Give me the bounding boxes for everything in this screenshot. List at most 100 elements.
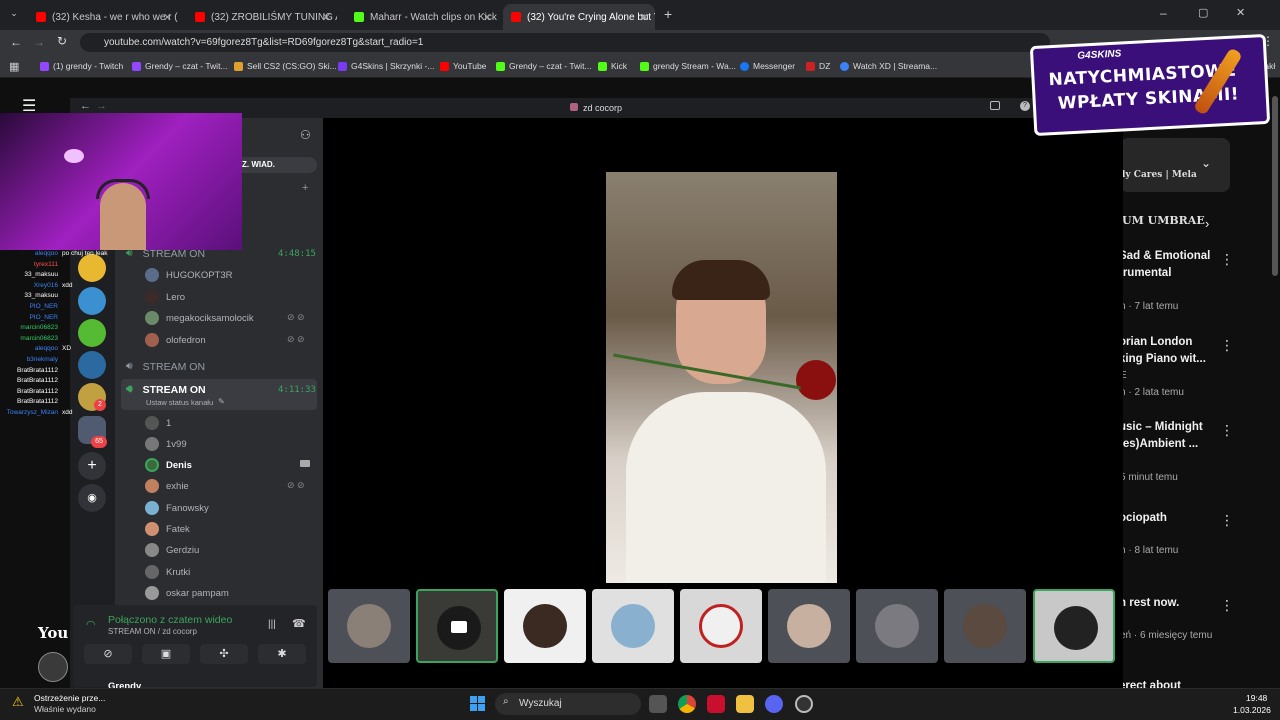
voice-member[interactable]: oskar pampam	[145, 586, 229, 600]
notification-title[interactable]: Ostrzeżenie prze...	[34, 693, 105, 703]
discord-icon[interactable]	[765, 695, 783, 713]
discover-icon[interactable]: ◉	[78, 484, 106, 512]
soundboard-button[interactable]: ✱	[258, 644, 306, 664]
inbox-icon[interactable]	[990, 101, 1000, 110]
more-options-icon[interactable]: ⋮	[1220, 422, 1234, 439]
voice-member[interactable]: Lero	[145, 290, 185, 304]
server-icon[interactable]	[78, 319, 106, 347]
related-title[interactable]: orian London	[1119, 336, 1224, 348]
bookmark-item[interactable]: Grendy – czat - Twit...	[132, 61, 228, 71]
related-title[interactable]: erect about	[1119, 680, 1224, 688]
close-icon[interactable]: ✕	[322, 11, 331, 24]
server-icon[interactable]	[78, 351, 106, 379]
browser-tab[interactable]: Maharr - Watch clips on Kick ✕	[346, 4, 498, 30]
more-options-icon[interactable]: ⋮	[1220, 512, 1234, 529]
news-pill[interactable]: Z. WIAD.	[236, 157, 317, 173]
bookmark-item[interactable]: Watch XD | Streama...	[840, 61, 937, 71]
chevron-down-icon[interactable]: ⌄	[1201, 156, 1211, 170]
tab-list-button[interactable]: ⌄	[6, 8, 22, 22]
add-channel-icon[interactable]: +	[302, 182, 308, 194]
user-name[interactable]: Grendy	[108, 681, 141, 688]
forward-button[interactable]: →	[33, 35, 45, 49]
file-explorer-icon[interactable]	[736, 695, 754, 713]
browser-tab[interactable]: (32) ZROBILIŚMY TUNING AUTA✕	[187, 4, 337, 30]
bookmark-item[interactable]: Messenger	[740, 61, 795, 71]
participant-tile[interactable]	[416, 589, 498, 663]
close-icon[interactable]: ✕	[483, 11, 492, 24]
channel-status[interactable]: Ustaw status kanału	[146, 398, 213, 407]
new-tab-button[interactable]: +	[664, 6, 672, 22]
voice-member[interactable]: 1	[145, 416, 171, 430]
chrome-icon[interactable]	[678, 695, 696, 713]
voice-member[interactable]: Fanowsky	[145, 501, 209, 515]
more-options-icon[interactable]: ⋮	[1220, 597, 1234, 614]
related-title[interactable]: usic – Midnight	[1119, 421, 1224, 433]
participant-tile[interactable]	[856, 589, 938, 663]
voice-member[interactable]: Gerdziu	[145, 543, 199, 557]
chevron-right-icon[interactable]: ›	[1205, 216, 1209, 231]
related-title[interactable]: trumental	[1119, 267, 1224, 279]
bookmark-item[interactable]: G4Skins | Skrzynki -...	[338, 61, 434, 71]
bookmark-item[interactable]: YouTube	[440, 61, 486, 71]
bookmark-item[interactable]: Grendy – czat - Twit...	[496, 61, 592, 71]
reload-button[interactable]: ↻	[57, 34, 67, 48]
disconnect-icon[interactable]: ☎	[292, 617, 306, 630]
server-icon[interactable]	[78, 287, 106, 315]
server-icon[interactable]	[78, 254, 106, 282]
voice-member[interactable]: 1v99	[145, 437, 187, 451]
participant-tile[interactable]	[328, 589, 410, 663]
task-view-icon[interactable]	[649, 695, 667, 713]
voice-channel[interactable]: 🔊︎ STREAM ON	[122, 360, 205, 373]
windows-start-icon[interactable]	[470, 696, 485, 711]
more-options-icon[interactable]: ⋮	[1220, 251, 1234, 268]
voice-member[interactable]: Denis	[145, 458, 192, 472]
scrollbar[interactable]	[1272, 96, 1278, 276]
related-title[interactable]: ociopath	[1119, 512, 1224, 524]
voice-member[interactable]: exhie	[145, 479, 189, 493]
bookmark-item[interactable]: DZ	[806, 61, 830, 71]
channel-avatar[interactable]	[38, 652, 68, 682]
bookmark-item[interactable]: Kick	[598, 61, 627, 71]
adobe-icon[interactable]	[707, 695, 725, 713]
participant-tile[interactable]	[1033, 589, 1115, 663]
close-window-button[interactable]: ✕	[1236, 6, 1245, 19]
obs-icon[interactable]	[795, 695, 813, 713]
add-friend-icon[interactable]: ⚇	[300, 128, 311, 142]
related-title[interactable]: king Piano wit...	[1119, 353, 1224, 365]
bookmark-item[interactable]: Sell CS2 (CS:GO) Ski...	[234, 61, 337, 71]
add-server-icon[interactable]: +	[78, 452, 106, 480]
back-button[interactable]: ←	[10, 35, 22, 49]
clock-date[interactable]: 1.03.2026	[1233, 705, 1271, 715]
related-title[interactable]: Sad & Emotional	[1119, 250, 1224, 262]
voice-member[interactable]: Krutki	[145, 565, 190, 579]
pencil-icon[interactable]: ✎	[218, 397, 225, 406]
warning-icon[interactable]: ⚠	[12, 694, 24, 710]
playlist-header[interactable]	[1120, 138, 1230, 192]
help-icon[interactable]: ?	[1020, 101, 1030, 111]
voice-member[interactable]: olofedron	[145, 333, 206, 347]
taskbar-search-input[interactable]: Wyszukaj	[495, 693, 641, 715]
bookmark-item[interactable]: (1) grendy - Twitch	[40, 61, 123, 71]
camera-off-button[interactable]: ⊘	[84, 644, 132, 664]
voice-member[interactable]: Fatek	[145, 522, 190, 536]
voice-channel-name[interactable]: STREAM ON / zd cocorp	[108, 627, 197, 636]
close-icon[interactable]: ✕	[640, 11, 649, 24]
participant-tile[interactable]	[504, 589, 586, 663]
close-icon[interactable]: ✕	[163, 11, 172, 24]
related-title[interactable]: tes)Ambient ...	[1119, 438, 1224, 450]
participant-tile[interactable]	[944, 589, 1026, 663]
voice-channel-active[interactable]: 🔊︎ STREAM ON	[122, 383, 206, 396]
clock-time[interactable]: 19:48	[1246, 693, 1267, 703]
voice-member[interactable]: megakociksamolocik	[145, 311, 254, 325]
maximize-button[interactable]: ▢	[1198, 6, 1208, 19]
back-arrow-icon[interactable]: ←	[80, 100, 91, 112]
noise-suppression-icon[interactable]: |||	[268, 619, 276, 630]
voice-member[interactable]: HUGOKOPT3R	[145, 268, 233, 282]
address-bar[interactable]: youtube.com/watch?v=69fgorez8Tg&list=RD6…	[80, 33, 1050, 52]
forward-arrow-icon[interactable]: →	[96, 100, 107, 112]
participant-tile[interactable]	[768, 589, 850, 663]
browser-tab[interactable]: (32) Kesha - we r who we r (Gre✕	[28, 4, 178, 30]
screen-share-button[interactable]: ▣	[142, 644, 190, 664]
bookmark-item[interactable]: grendy Stream - Wa...	[640, 61, 736, 71]
related-title[interactable]: n rest now.	[1119, 597, 1224, 609]
